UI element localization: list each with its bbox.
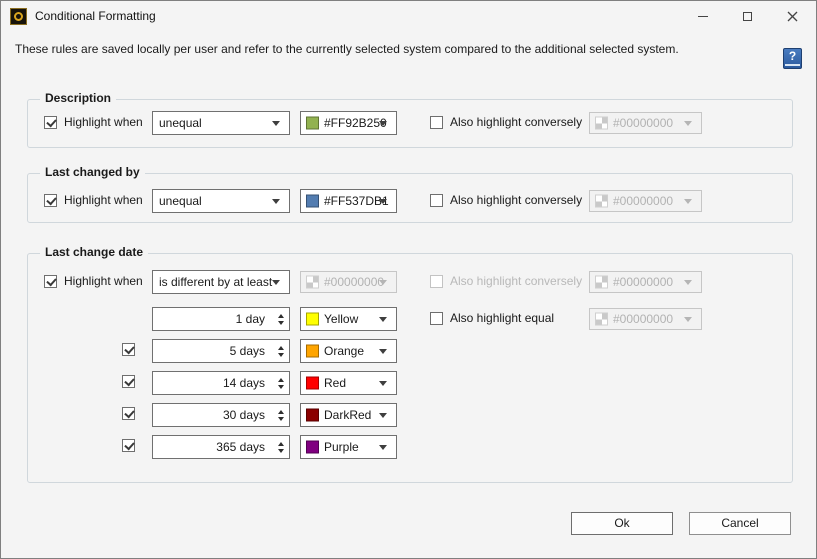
chevron-down-icon	[684, 199, 692, 204]
spinner-up-icon[interactable]	[278, 378, 284, 382]
color-swatch	[306, 117, 319, 130]
threshold-days-spinner[interactable]: 14 days	[152, 371, 290, 395]
transparent-color-swatch	[595, 276, 608, 289]
highlight-when-checkbox[interactable]	[44, 275, 57, 288]
threshold-color-combobox[interactable]: Yellow	[300, 307, 397, 331]
color-swatch	[306, 345, 319, 358]
threshold-enabled-checkbox[interactable]	[122, 343, 135, 356]
group-last-changed-by: Last changed by Highlight when unequal #…	[27, 173, 793, 223]
spinner-down-icon[interactable]	[278, 417, 284, 421]
minimize-button[interactable]	[680, 2, 725, 31]
spinner-down-icon[interactable]	[278, 353, 284, 357]
cancel-button[interactable]: Cancel	[689, 512, 791, 535]
chevron-down-icon	[272, 121, 280, 126]
close-button[interactable]	[770, 2, 815, 31]
color-swatch	[306, 195, 319, 208]
chevron-down-icon	[379, 445, 387, 450]
threshold-color-combobox[interactable]: DarkRed	[300, 403, 397, 427]
spinner-up-icon[interactable]	[278, 442, 284, 446]
spinner-up-icon[interactable]	[278, 314, 284, 318]
chevron-down-icon	[272, 199, 280, 204]
chevron-down-icon	[379, 413, 387, 418]
equal-color-combobox: #00000000	[589, 308, 702, 330]
chevron-down-icon	[684, 280, 692, 285]
dialog-description: These rules are saved locally per user a…	[15, 42, 679, 56]
spinner-up-icon[interactable]	[278, 410, 284, 414]
highlight-color-combobox: #00000000	[300, 271, 397, 293]
minimize-icon	[698, 16, 708, 17]
transparent-color-swatch	[595, 195, 608, 208]
conditional-formatting-dialog: Conditional Formatting These rules are s…	[0, 0, 817, 559]
also-highlight-equal-label: Also highlight equal	[450, 311, 554, 325]
also-highlight-conversely-checkbox[interactable]	[430, 116, 443, 129]
app-logo-icon	[10, 8, 27, 25]
group-title: Last changed by	[40, 165, 145, 179]
threshold-days-spinner[interactable]: 1 day	[152, 307, 290, 331]
window-title: Conditional Formatting	[35, 1, 156, 32]
spinner-down-icon[interactable]	[278, 385, 284, 389]
group-title: Last change date	[40, 245, 148, 259]
also-highlight-conversely-checkbox[interactable]	[430, 194, 443, 207]
chevron-down-icon	[379, 121, 387, 126]
color-swatch	[306, 441, 319, 454]
operator-combobox[interactable]: unequal	[152, 189, 290, 213]
highlight-when-label: Highlight when	[64, 115, 143, 129]
also-highlight-conversely-label: Also highlight conversely	[450, 193, 582, 207]
threshold-days-spinner[interactable]: 5 days	[152, 339, 290, 363]
operator-combobox[interactable]: unequal	[152, 111, 290, 135]
spinner-down-icon[interactable]	[278, 449, 284, 453]
color-swatch	[306, 313, 319, 326]
chevron-down-icon	[379, 199, 387, 204]
maximize-icon	[743, 12, 752, 21]
chevron-down-icon	[379, 381, 387, 386]
also-highlight-equal-checkbox[interactable]	[430, 312, 443, 325]
title-bar: Conditional Formatting	[1, 1, 816, 32]
threshold-days-spinner[interactable]: 30 days	[152, 403, 290, 427]
chevron-down-icon	[379, 317, 387, 322]
chevron-down-icon	[272, 280, 280, 285]
threshold-enabled-checkbox[interactable]	[122, 407, 135, 420]
also-highlight-conversely-checkbox	[430, 275, 443, 288]
conversely-color-combobox: #00000000	[589, 271, 702, 293]
color-swatch	[306, 377, 319, 390]
chevron-down-icon	[684, 121, 692, 126]
conversely-color-combobox: #00000000	[589, 190, 702, 212]
threshold-enabled-checkbox[interactable]	[122, 439, 135, 452]
spinner-down-icon[interactable]	[278, 321, 284, 325]
highlight-when-label: Highlight when	[64, 274, 143, 288]
close-icon	[787, 11, 798, 22]
spinner-up-icon[interactable]	[278, 346, 284, 350]
group-last-change-date: Last change date Highlight when is diffe…	[27, 253, 793, 483]
operator-combobox[interactable]: is different by at least	[152, 270, 290, 294]
group-title: Description	[40, 91, 116, 105]
conversely-color-combobox: #00000000	[589, 112, 702, 134]
chevron-down-icon	[379, 349, 387, 354]
chevron-down-icon	[684, 317, 692, 322]
highlight-color-combobox[interactable]: #FF537DB1	[300, 189, 397, 213]
threshold-color-combobox[interactable]: Orange	[300, 339, 397, 363]
threshold-color-combobox[interactable]: Red	[300, 371, 397, 395]
color-swatch	[306, 409, 319, 422]
threshold-days-spinner[interactable]: 365 days	[152, 435, 290, 459]
help-book-icon[interactable]: ?	[783, 48, 802, 69]
highlight-color-combobox[interactable]: #FF92B250	[300, 111, 397, 135]
also-highlight-conversely-label: Also highlight conversely	[450, 274, 582, 288]
threshold-enabled-checkbox[interactable]	[122, 375, 135, 388]
group-description: Description Highlight when unequal #FF92…	[27, 99, 793, 148]
chevron-down-icon	[379, 280, 387, 285]
threshold-color-combobox[interactable]: Purple	[300, 435, 397, 459]
highlight-when-checkbox[interactable]	[44, 116, 57, 129]
transparent-color-swatch	[595, 313, 608, 326]
maximize-button[interactable]	[725, 2, 770, 31]
transparent-color-swatch	[306, 276, 319, 289]
transparent-color-swatch	[595, 117, 608, 130]
highlight-when-checkbox[interactable]	[44, 194, 57, 207]
ok-button[interactable]: Ok	[571, 512, 673, 535]
highlight-when-label: Highlight when	[64, 193, 143, 207]
also-highlight-conversely-label: Also highlight conversely	[450, 115, 582, 129]
